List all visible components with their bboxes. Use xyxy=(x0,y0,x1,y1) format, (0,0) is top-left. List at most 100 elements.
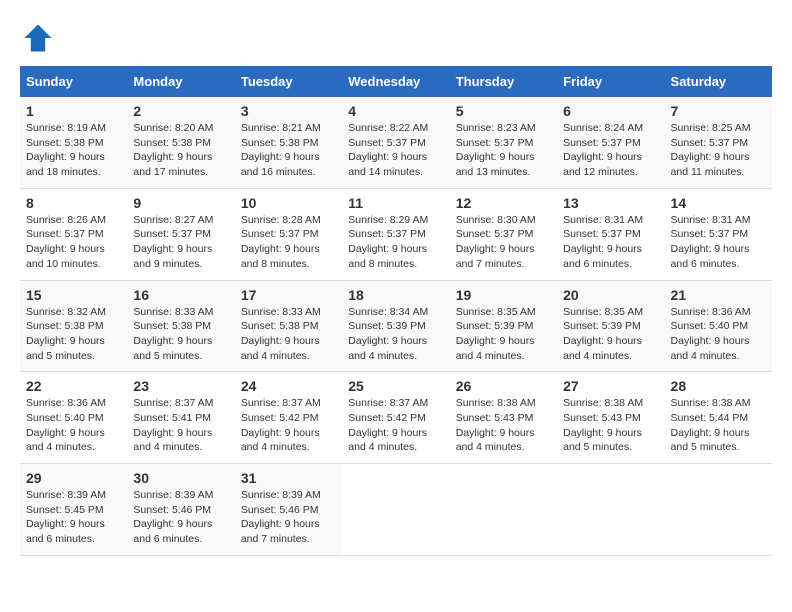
page-header xyxy=(20,20,772,56)
day-number: 6 xyxy=(563,103,658,119)
day-number: 13 xyxy=(563,195,658,211)
day-info: Sunrise: 8:26 AMSunset: 5:37 PMDaylight:… xyxy=(26,213,121,272)
day-number: 23 xyxy=(133,378,228,394)
day-info: Sunrise: 8:32 AMSunset: 5:38 PMDaylight:… xyxy=(26,305,121,364)
day-number: 27 xyxy=(563,378,658,394)
day-info: Sunrise: 8:38 AMSunset: 5:43 PMDaylight:… xyxy=(456,396,551,455)
col-header-saturday: Saturday xyxy=(665,66,772,97)
day-cell: 25 Sunrise: 8:37 AMSunset: 5:42 PMDaylig… xyxy=(342,372,449,464)
day-cell: 6 Sunrise: 8:24 AMSunset: 5:37 PMDayligh… xyxy=(557,97,664,188)
day-cell: 21 Sunrise: 8:36 AMSunset: 5:40 PMDaylig… xyxy=(665,280,772,372)
day-info: Sunrise: 8:30 AMSunset: 5:37 PMDaylight:… xyxy=(456,213,551,272)
day-number: 28 xyxy=(671,378,766,394)
day-cell: 17 Sunrise: 8:33 AMSunset: 5:38 PMDaylig… xyxy=(235,280,342,372)
day-info: Sunrise: 8:39 AMSunset: 5:46 PMDaylight:… xyxy=(241,488,336,547)
day-number: 4 xyxy=(348,103,443,119)
col-header-monday: Monday xyxy=(127,66,234,97)
day-info: Sunrise: 8:36 AMSunset: 5:40 PMDaylight:… xyxy=(671,305,766,364)
day-cell: 11 Sunrise: 8:29 AMSunset: 5:37 PMDaylig… xyxy=(342,188,449,280)
day-cell: 30 Sunrise: 8:39 AMSunset: 5:46 PMDaylig… xyxy=(127,464,234,556)
day-number: 5 xyxy=(456,103,551,119)
day-cell: 22 Sunrise: 8:36 AMSunset: 5:40 PMDaylig… xyxy=(20,372,127,464)
day-cell: 2 Sunrise: 8:20 AMSunset: 5:38 PMDayligh… xyxy=(127,97,234,188)
day-number: 15 xyxy=(26,287,121,303)
day-cell: 26 Sunrise: 8:38 AMSunset: 5:43 PMDaylig… xyxy=(450,372,557,464)
day-number: 31 xyxy=(241,470,336,486)
day-info: Sunrise: 8:27 AMSunset: 5:37 PMDaylight:… xyxy=(133,213,228,272)
day-number: 21 xyxy=(671,287,766,303)
day-info: Sunrise: 8:39 AMSunset: 5:46 PMDaylight:… xyxy=(133,488,228,547)
day-info: Sunrise: 8:22 AMSunset: 5:37 PMDaylight:… xyxy=(348,121,443,180)
day-number: 16 xyxy=(133,287,228,303)
week-row-2: 8 Sunrise: 8:26 AMSunset: 5:37 PMDayligh… xyxy=(20,188,772,280)
day-info: Sunrise: 8:35 AMSunset: 5:39 PMDaylight:… xyxy=(563,305,658,364)
day-number: 17 xyxy=(241,287,336,303)
day-info: Sunrise: 8:24 AMSunset: 5:37 PMDaylight:… xyxy=(563,121,658,180)
day-number: 7 xyxy=(671,103,766,119)
day-cell: 10 Sunrise: 8:28 AMSunset: 5:37 PMDaylig… xyxy=(235,188,342,280)
day-info: Sunrise: 8:38 AMSunset: 5:44 PMDaylight:… xyxy=(671,396,766,455)
day-cell: 7 Sunrise: 8:25 AMSunset: 5:37 PMDayligh… xyxy=(665,97,772,188)
day-number: 10 xyxy=(241,195,336,211)
day-number: 26 xyxy=(456,378,551,394)
day-cell: 9 Sunrise: 8:27 AMSunset: 5:37 PMDayligh… xyxy=(127,188,234,280)
day-number: 24 xyxy=(241,378,336,394)
day-number: 12 xyxy=(456,195,551,211)
col-header-thursday: Thursday xyxy=(450,66,557,97)
col-header-tuesday: Tuesday xyxy=(235,66,342,97)
day-cell xyxy=(450,464,557,556)
day-info: Sunrise: 8:39 AMSunset: 5:45 PMDaylight:… xyxy=(26,488,121,547)
logo xyxy=(20,20,62,56)
week-row-3: 15 Sunrise: 8:32 AMSunset: 5:38 PMDaylig… xyxy=(20,280,772,372)
day-cell: 3 Sunrise: 8:21 AMSunset: 5:38 PMDayligh… xyxy=(235,97,342,188)
day-number: 3 xyxy=(241,103,336,119)
day-number: 25 xyxy=(348,378,443,394)
day-cell: 8 Sunrise: 8:26 AMSunset: 5:37 PMDayligh… xyxy=(20,188,127,280)
day-info: Sunrise: 8:37 AMSunset: 5:42 PMDaylight:… xyxy=(241,396,336,455)
day-number: 2 xyxy=(133,103,228,119)
col-header-wednesday: Wednesday xyxy=(342,66,449,97)
day-info: Sunrise: 8:36 AMSunset: 5:40 PMDaylight:… xyxy=(26,396,121,455)
day-info: Sunrise: 8:34 AMSunset: 5:39 PMDaylight:… xyxy=(348,305,443,364)
col-header-sunday: Sunday xyxy=(20,66,127,97)
day-cell xyxy=(665,464,772,556)
day-number: 1 xyxy=(26,103,121,119)
day-info: Sunrise: 8:37 AMSunset: 5:41 PMDaylight:… xyxy=(133,396,228,455)
day-info: Sunrise: 8:25 AMSunset: 5:37 PMDaylight:… xyxy=(671,121,766,180)
logo-icon xyxy=(20,20,56,56)
day-cell: 20 Sunrise: 8:35 AMSunset: 5:39 PMDaylig… xyxy=(557,280,664,372)
day-cell: 13 Sunrise: 8:31 AMSunset: 5:37 PMDaylig… xyxy=(557,188,664,280)
week-row-4: 22 Sunrise: 8:36 AMSunset: 5:40 PMDaylig… xyxy=(20,372,772,464)
day-cell xyxy=(557,464,664,556)
day-info: Sunrise: 8:19 AMSunset: 5:38 PMDaylight:… xyxy=(26,121,121,180)
day-number: 19 xyxy=(456,287,551,303)
day-cell: 19 Sunrise: 8:35 AMSunset: 5:39 PMDaylig… xyxy=(450,280,557,372)
day-cell: 1 Sunrise: 8:19 AMSunset: 5:38 PMDayligh… xyxy=(20,97,127,188)
day-cell: 23 Sunrise: 8:37 AMSunset: 5:41 PMDaylig… xyxy=(127,372,234,464)
day-cell: 5 Sunrise: 8:23 AMSunset: 5:37 PMDayligh… xyxy=(450,97,557,188)
week-row-1: 1 Sunrise: 8:19 AMSunset: 5:38 PMDayligh… xyxy=(20,97,772,188)
day-cell: 18 Sunrise: 8:34 AMSunset: 5:39 PMDaylig… xyxy=(342,280,449,372)
day-cell: 4 Sunrise: 8:22 AMSunset: 5:37 PMDayligh… xyxy=(342,97,449,188)
day-cell xyxy=(342,464,449,556)
day-number: 18 xyxy=(348,287,443,303)
day-info: Sunrise: 8:35 AMSunset: 5:39 PMDaylight:… xyxy=(456,305,551,364)
day-info: Sunrise: 8:31 AMSunset: 5:37 PMDaylight:… xyxy=(671,213,766,272)
day-number: 29 xyxy=(26,470,121,486)
day-number: 9 xyxy=(133,195,228,211)
day-number: 14 xyxy=(671,195,766,211)
day-info: Sunrise: 8:23 AMSunset: 5:37 PMDaylight:… xyxy=(456,121,551,180)
day-number: 8 xyxy=(26,195,121,211)
day-number: 30 xyxy=(133,470,228,486)
col-header-friday: Friday xyxy=(557,66,664,97)
day-number: 20 xyxy=(563,287,658,303)
day-info: Sunrise: 8:33 AMSunset: 5:38 PMDaylight:… xyxy=(133,305,228,364)
day-info: Sunrise: 8:33 AMSunset: 5:38 PMDaylight:… xyxy=(241,305,336,364)
week-row-5: 29 Sunrise: 8:39 AMSunset: 5:45 PMDaylig… xyxy=(20,464,772,556)
day-cell: 16 Sunrise: 8:33 AMSunset: 5:38 PMDaylig… xyxy=(127,280,234,372)
day-info: Sunrise: 8:38 AMSunset: 5:43 PMDaylight:… xyxy=(563,396,658,455)
day-info: Sunrise: 8:20 AMSunset: 5:38 PMDaylight:… xyxy=(133,121,228,180)
day-cell: 28 Sunrise: 8:38 AMSunset: 5:44 PMDaylig… xyxy=(665,372,772,464)
day-info: Sunrise: 8:28 AMSunset: 5:37 PMDaylight:… xyxy=(241,213,336,272)
calendar-table: SundayMondayTuesdayWednesdayThursdayFrid… xyxy=(20,66,772,556)
